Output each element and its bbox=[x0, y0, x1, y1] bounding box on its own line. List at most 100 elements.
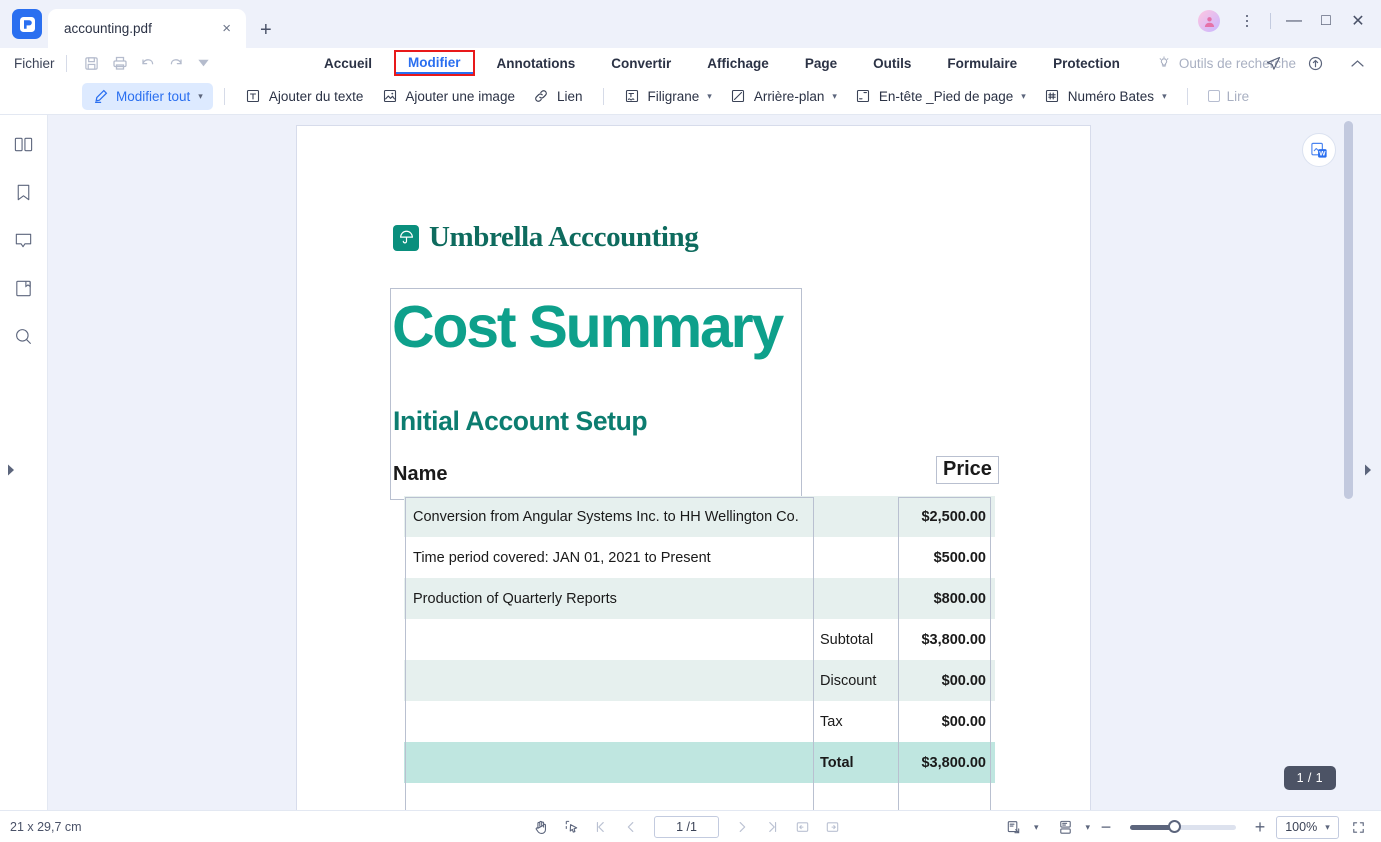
cell-price[interactable]: $00.00 bbox=[904, 701, 995, 742]
close-window-button[interactable]: ✕ bbox=[1343, 8, 1373, 34]
page-layout-icon[interactable] bbox=[1052, 815, 1078, 839]
cell-price[interactable]: $3,800.00 bbox=[904, 619, 995, 660]
tab-affichage[interactable]: Affichage bbox=[689, 52, 787, 75]
zoom-slider[interactable] bbox=[1130, 820, 1236, 833]
cell-label[interactable]: Tax bbox=[811, 701, 904, 742]
zoom-slider-handle[interactable] bbox=[1168, 820, 1181, 833]
more-vertical-icon[interactable] bbox=[1232, 8, 1262, 34]
zoom-level-select[interactable]: 100% ▾ bbox=[1276, 815, 1339, 839]
cell-label[interactable] bbox=[811, 578, 904, 619]
tab-accueil[interactable]: Accueil bbox=[306, 52, 390, 75]
prev-page-icon[interactable] bbox=[618, 815, 644, 839]
cell-name[interactable]: Time period covered: JAN 01, 2021 to Pre… bbox=[404, 537, 811, 578]
table-row[interactable]: Time period covered: JAN 01, 2021 to Pre… bbox=[404, 537, 995, 578]
cell-name[interactable] bbox=[404, 660, 811, 701]
search-icon[interactable] bbox=[11, 323, 37, 349]
header-footer-button[interactable]: En-tête _Pied de page ▾ bbox=[846, 84, 1035, 109]
cell-price[interactable]: $500.00 bbox=[904, 537, 995, 578]
cell-name[interactable] bbox=[404, 619, 811, 660]
pdf-page[interactable]: Umbrella Acccounting Cost Summary Initia… bbox=[296, 125, 1091, 810]
column-header-name[interactable]: Name bbox=[393, 463, 447, 486]
maximize-button[interactable]: □ bbox=[1311, 8, 1341, 34]
comment-icon[interactable] bbox=[11, 227, 37, 253]
cell-name[interactable]: Conversion from Angular Systems Inc. to … bbox=[404, 496, 811, 537]
read-mode-toggle[interactable]: Lire bbox=[1199, 85, 1259, 108]
tab-annotations[interactable]: Annotations bbox=[479, 52, 594, 75]
document-heading[interactable]: Cost Summary bbox=[392, 298, 784, 357]
select-tool-icon[interactable] bbox=[558, 815, 584, 839]
add-image-button[interactable]: Ajouter une image bbox=[372, 84, 524, 109]
cost-table[interactable]: Conversion from Angular Systems Inc. to … bbox=[404, 496, 995, 783]
document-viewer[interactable]: Umbrella Acccounting Cost Summary Initia… bbox=[48, 115, 1381, 810]
zoom-in-button[interactable]: + bbox=[1250, 818, 1270, 836]
customize-toolbar-icon[interactable] bbox=[190, 51, 218, 75]
thumbnails-panel-icon[interactable] bbox=[11, 131, 37, 157]
close-icon[interactable]: × bbox=[217, 19, 236, 38]
table-row[interactable]: Production of Quarterly Reports $800.00 bbox=[404, 578, 995, 619]
table-row-total[interactable]: Total $3,800.00 bbox=[404, 742, 995, 783]
collapse-ribbon-icon[interactable] bbox=[1343, 51, 1371, 75]
link-button[interactable]: Lien bbox=[524, 84, 592, 109]
print-icon[interactable] bbox=[106, 51, 134, 75]
tab-outils[interactable]: Outils bbox=[855, 52, 929, 75]
watermark-button[interactable]: Filigrane ▾ bbox=[615, 84, 721, 109]
tab-convertir[interactable]: Convertir bbox=[593, 52, 689, 75]
cell-price[interactable]: $00.00 bbox=[904, 660, 995, 701]
cell-price[interactable]: $3,800.00 bbox=[904, 742, 995, 783]
table-row[interactable]: Discount $00.00 bbox=[404, 660, 995, 701]
next-page-icon[interactable] bbox=[729, 815, 755, 839]
tab-formulaire[interactable]: Formulaire bbox=[929, 52, 1035, 75]
cell-label[interactable]: Total bbox=[811, 742, 904, 783]
cell-name[interactable] bbox=[404, 701, 811, 742]
chevron-down-icon[interactable]: ▾ bbox=[1034, 822, 1039, 833]
zoom-out-button[interactable]: − bbox=[1096, 818, 1116, 836]
expand-left-panel-arrow[interactable] bbox=[6, 463, 16, 477]
cell-label[interactable] bbox=[811, 537, 904, 578]
cell-label[interactable]: Subtotal bbox=[811, 619, 904, 660]
cell-label[interactable]: Discount bbox=[811, 660, 904, 701]
save-icon[interactable] bbox=[78, 51, 106, 75]
table-row[interactable]: Subtotal $3,800.00 bbox=[404, 619, 995, 660]
tab-page[interactable]: Page bbox=[787, 52, 855, 75]
document-subheading[interactable]: Initial Account Setup bbox=[393, 406, 648, 437]
fit-page-icon[interactable] bbox=[1001, 815, 1027, 839]
vertical-scrollbar[interactable] bbox=[1344, 115, 1353, 810]
hand-tool-icon[interactable] bbox=[528, 815, 554, 839]
add-text-button[interactable]: Ajouter du texte bbox=[236, 84, 373, 109]
table-row[interactable]: Conversion from Angular Systems Inc. to … bbox=[404, 496, 995, 537]
cell-name[interactable]: Production of Quarterly Reports bbox=[404, 578, 811, 619]
first-page-icon[interactable] bbox=[588, 815, 614, 839]
convert-to-word-icon[interactable]: W bbox=[1302, 133, 1336, 167]
user-avatar-icon[interactable] bbox=[1198, 10, 1220, 32]
attachment-page-icon[interactable] bbox=[11, 275, 37, 301]
cell-price[interactable]: $800.00 bbox=[904, 578, 995, 619]
background-button[interactable]: Arrière-plan ▾ bbox=[721, 84, 846, 109]
checkbox-icon[interactable] bbox=[1207, 90, 1220, 102]
fullscreen-icon[interactable] bbox=[1345, 815, 1371, 839]
tab-modifier[interactable]: Modifier bbox=[394, 50, 475, 76]
new-tab-button[interactable]: + bbox=[260, 20, 272, 40]
cloud-upload-icon[interactable] bbox=[1301, 51, 1329, 75]
minimize-button[interactable]: — bbox=[1279, 8, 1309, 34]
page-right-icon[interactable] bbox=[819, 815, 845, 839]
tab-protection[interactable]: Protection bbox=[1035, 52, 1138, 75]
expand-right-panel-arrow[interactable] bbox=[1363, 463, 1373, 477]
scrollbar-thumb[interactable] bbox=[1344, 121, 1353, 499]
undo-icon[interactable] bbox=[134, 51, 162, 75]
cell-price[interactable]: $2,500.00 bbox=[904, 496, 995, 537]
page-left-icon[interactable] bbox=[789, 815, 815, 839]
cell-name[interactable] bbox=[404, 742, 811, 783]
edit-all-button[interactable]: Modifier tout ▾ bbox=[82, 82, 213, 110]
column-header-price[interactable]: Price bbox=[936, 456, 999, 484]
bookmark-icon[interactable] bbox=[11, 179, 37, 205]
table-row[interactable]: Tax $00.00 bbox=[404, 701, 995, 742]
chevron-down-icon[interactable]: ▾ bbox=[1085, 822, 1090, 833]
send-icon[interactable] bbox=[1259, 51, 1287, 75]
bates-number-button[interactable]: Numéro Bates ▾ bbox=[1035, 84, 1176, 109]
last-page-icon[interactable] bbox=[759, 815, 785, 839]
cell-label[interactable] bbox=[811, 496, 904, 537]
document-tab[interactable]: accounting.pdf × bbox=[48, 9, 246, 48]
page-number-input[interactable]: 1 /1 bbox=[654, 816, 719, 838]
file-menu[interactable]: Fichier bbox=[14, 56, 55, 71]
redo-icon[interactable] bbox=[162, 51, 190, 75]
